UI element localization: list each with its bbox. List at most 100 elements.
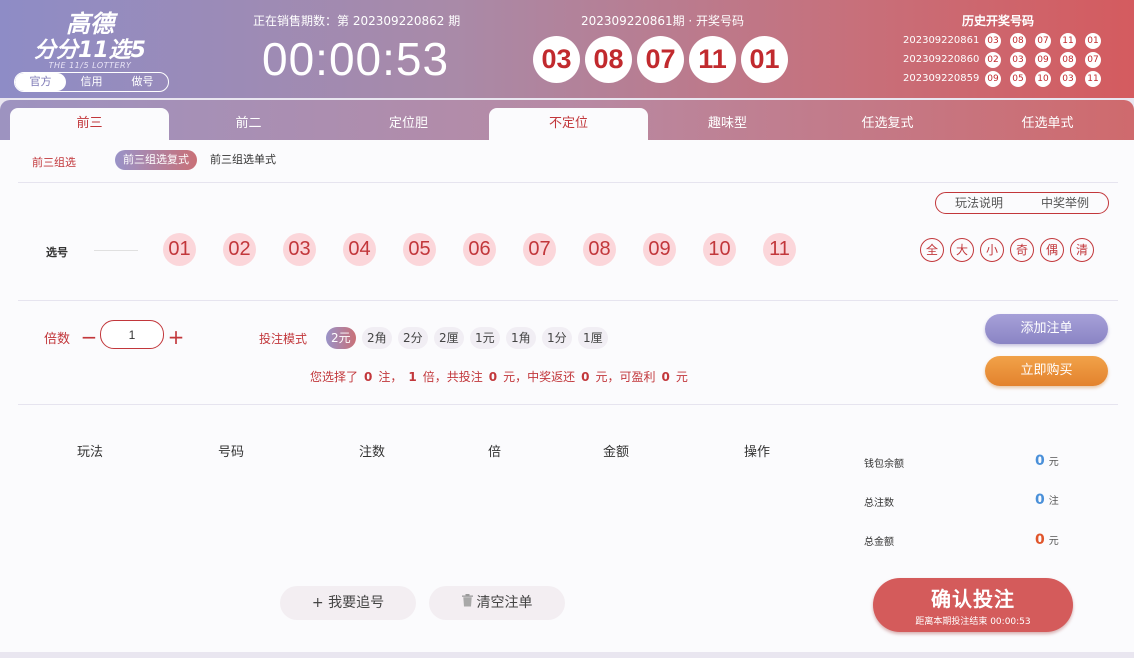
stat-number: 0 — [1035, 453, 1045, 469]
total-bets-label: 总注数 — [864, 498, 894, 509]
unit-1-li[interactable]: 1厘 — [578, 327, 608, 349]
number-ball-06[interactable]: 06 — [463, 233, 496, 266]
logo-subtitle: 分分11选5 — [34, 38, 146, 63]
mode-tab-make[interactable]: 做号 — [117, 73, 168, 91]
draw-ball: 03 — [533, 36, 580, 83]
draw-ball: 07 — [637, 36, 684, 83]
subtype-multi-button[interactable]: 前三组选复式 — [115, 150, 197, 170]
total-amount-value: 0元 — [1035, 532, 1059, 548]
mode-tab-official[interactable]: 官方 — [15, 73, 66, 91]
summary-bet-count: 0 — [364, 370, 373, 384]
history-ball: 03 — [1060, 70, 1076, 87]
mode-tab-credit[interactable]: 信用 — [66, 73, 117, 91]
divider — [18, 182, 1118, 183]
history-period: 202309220861 — [903, 35, 980, 46]
history-row: 202309220860 02 03 09 08 07 — [903, 50, 1110, 69]
number-ball-09[interactable]: 09 — [643, 233, 676, 266]
number-ball-07[interactable]: 07 — [523, 233, 556, 266]
confirm-bet-countdown: 距离本期投注结束 00:00:53 — [915, 617, 1031, 627]
history-title: 历史开奖号码 — [962, 14, 1035, 28]
history-ball: 07 — [1035, 32, 1051, 49]
info-button-group: 玩法说明 中奖举例 — [935, 192, 1109, 214]
number-ball-05[interactable]: 05 — [403, 233, 436, 266]
history-period: 202309220859 — [903, 73, 980, 84]
unit-2-fen[interactable]: 2分 — [398, 327, 428, 349]
history-ball: 05 — [1010, 70, 1026, 87]
history-ball: 09 — [1035, 51, 1051, 68]
logo: 高德 分分11选5 THE 11/5 LOTTERY 官方 信用 做号 — [0, 0, 180, 98]
tab-optional-multi[interactable]: 任选复式 — [808, 108, 967, 140]
draw-ball: 08 — [585, 36, 632, 83]
number-ball-02[interactable]: 02 — [223, 233, 256, 266]
tab-fun[interactable]: 趣味型 — [648, 108, 807, 140]
rules-button[interactable]: 玩法说明 — [936, 193, 1022, 213]
quick-small-button[interactable]: 小 — [980, 238, 1004, 262]
divider — [18, 300, 1118, 301]
clear-tickets-label: 清空注单 — [476, 595, 533, 611]
unit-2-li[interactable]: 2厘 — [434, 327, 464, 349]
multiplier-input[interactable] — [100, 320, 164, 349]
summary-text: 元 — [675, 370, 688, 384]
last-draw-numbers: 03 08 07 11 01 — [533, 36, 788, 83]
multiplier-label: 倍数 — [44, 332, 71, 347]
multiplier-plus-button[interactable]: + — [166, 327, 186, 347]
history-row: 202309220861 03 08 07 11 01 — [903, 31, 1110, 50]
quick-even-button[interactable]: 偶 — [1040, 238, 1064, 262]
unit-2-jiao[interactable]: 2角 — [362, 327, 392, 349]
history-ball: 01 — [1085, 32, 1101, 49]
summary-text: 注， — [378, 370, 403, 384]
tab-front-three[interactable]: 前三 — [10, 108, 169, 140]
number-ball-01[interactable]: 01 — [163, 233, 196, 266]
draw-ball: 11 — [689, 36, 736, 83]
tab-optional-single[interactable]: 任选单式 — [968, 108, 1127, 140]
stat-number: 0 — [1035, 532, 1045, 548]
confirm-bet-button[interactable]: 确认投注 距离本期投注结束 00:00:53 — [873, 578, 1073, 632]
tab-position[interactable]: 定位胆 — [329, 108, 488, 140]
clear-tickets-button[interactable]: 清空注单 — [429, 586, 565, 620]
multiplier-minus-button[interactable]: − — [79, 327, 99, 347]
number-ball-10[interactable]: 10 — [703, 233, 736, 266]
summary-return: 0 — [581, 370, 590, 384]
buy-now-button[interactable]: 立即购买 — [985, 356, 1108, 386]
current-period-label: 正在销售期数：第 202309220862 期 — [253, 14, 461, 28]
number-ball-04[interactable]: 04 — [343, 233, 376, 266]
tab-non-position[interactable]: 不定位 — [489, 108, 648, 140]
history-ball: 11 — [1085, 70, 1101, 87]
bet-summary: 您选择了 0 注， 1 倍，共投注 0 元，中奖返还 0 元，可盈利 0 元 — [310, 368, 688, 385]
subtype-group-label: 前三组选 — [32, 156, 76, 169]
stat-number: 0 — [1035, 492, 1045, 508]
summary-text: 元，可盈利 — [595, 370, 656, 384]
table-header-bets: 注数 — [359, 445, 386, 460]
trash-icon — [461, 586, 473, 620]
history-row: 202309220859 09 05 10 03 11 — [903, 69, 1110, 88]
quick-clear-button[interactable]: 清 — [1070, 238, 1094, 262]
table-header-actions: 操作 — [744, 445, 771, 460]
summary-multiple: 1 — [408, 370, 417, 384]
subtype-single-button[interactable]: 前三组选单式 — [202, 150, 284, 170]
summary-text: 倍，共投注 — [422, 370, 483, 384]
confirm-bet-label: 确认投注 — [931, 587, 1015, 611]
table-header-play: 玩法 — [77, 445, 104, 460]
wallet-balance-value: 0元 — [1035, 453, 1059, 469]
history-period: 202309220860 — [903, 54, 980, 65]
chase-number-button[interactable]: + 我要追号 — [280, 586, 416, 620]
win-example-button[interactable]: 中奖举例 — [1022, 193, 1108, 213]
tab-front-two[interactable]: 前二 — [169, 108, 328, 140]
quick-odd-button[interactable]: 奇 — [1010, 238, 1034, 262]
number-ball-08[interactable]: 08 — [583, 233, 616, 266]
history-ball: 09 — [985, 70, 1001, 87]
summary-text: 元，中奖返还 — [503, 370, 576, 384]
draw-ball: 01 — [741, 36, 788, 83]
number-ball-11[interactable]: 11 — [763, 233, 796, 266]
unit-2-yuan[interactable]: 2元 — [326, 327, 356, 349]
unit-1-fen[interactable]: 1分 — [542, 327, 572, 349]
quick-big-button[interactable]: 大 — [950, 238, 974, 262]
number-ball-03[interactable]: 03 — [283, 233, 316, 266]
unit-1-yuan[interactable]: 1元 — [470, 327, 500, 349]
stat-unit: 元 — [1048, 536, 1059, 547]
add-ticket-button[interactable]: 添加注单 — [985, 314, 1108, 344]
unit-1-jiao[interactable]: 1角 — [506, 327, 536, 349]
history-ball: 11 — [1060, 32, 1076, 49]
table-header-amount: 金额 — [603, 445, 630, 460]
quick-all-button[interactable]: 全 — [920, 238, 944, 262]
